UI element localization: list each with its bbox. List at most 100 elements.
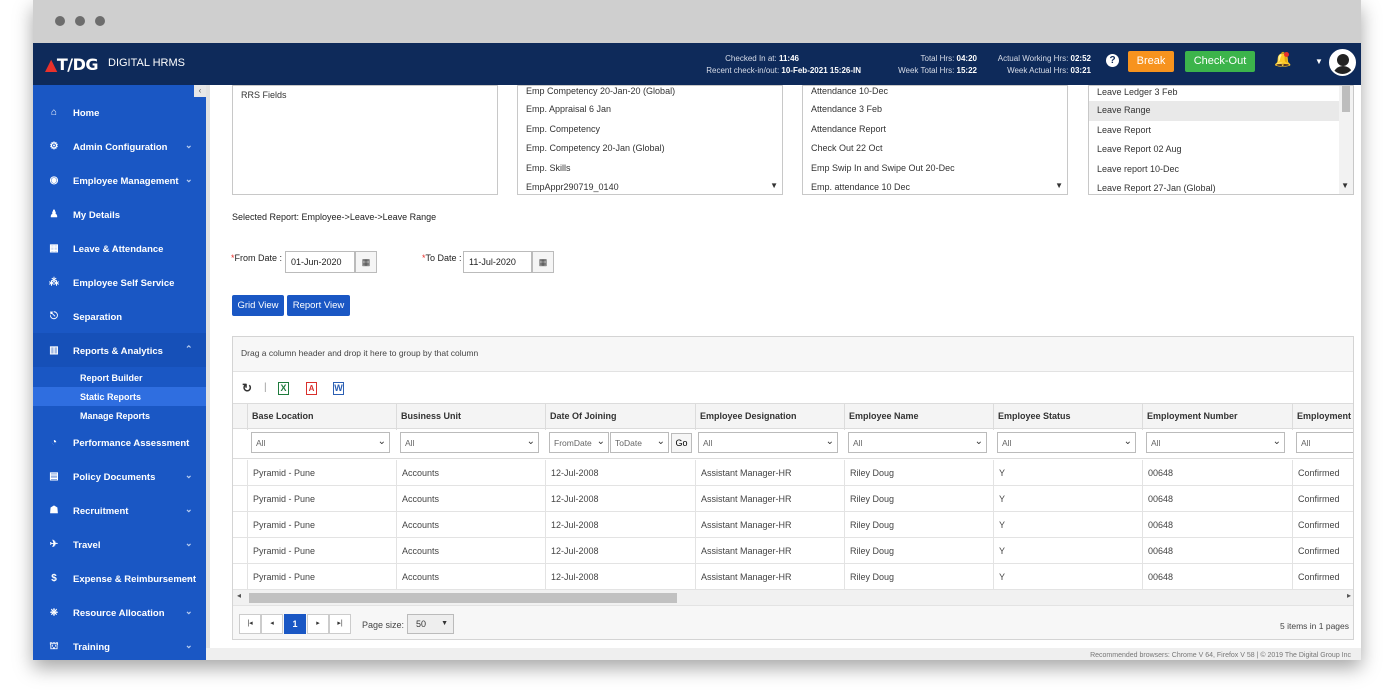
list-item[interactable]: Leave report 10-Dec — [1089, 160, 1353, 180]
window-dot[interactable] — [95, 16, 105, 26]
column-header-employee-status[interactable]: Employee Status — [993, 404, 1142, 430]
column-header-employment-status[interactable]: Employment S — [1292, 404, 1353, 430]
table-row[interactable]: Pyramid - Pune Accounts 12-Jul-2008 Assi… — [233, 564, 1353, 590]
app-window: ▲T/DG DIGITAL HRMS Checked In at: 11:46 … — [33, 0, 1361, 660]
table-row[interactable]: Pyramid - Pune Accounts 12-Jul-2008 Assi… — [233, 538, 1353, 564]
word-icon[interactable]: W — [333, 382, 344, 395]
page-size-select[interactable]: 50 ▼ — [407, 614, 454, 634]
column-header-business-unit[interactable]: Business Unit — [396, 404, 545, 430]
scroll-down-icon[interactable]: ▼ — [1055, 181, 1063, 190]
list-item[interactable]: RRS Fields — [233, 86, 497, 106]
pdf-icon[interactable]: A — [306, 382, 317, 395]
check-out-button[interactable]: Check-Out — [1185, 51, 1255, 72]
list-item[interactable]: Emp. attendance 10 Dec — [803, 178, 1067, 194]
table-row[interactable]: Pyramid - Pune Accounts 12-Jul-2008 Assi… — [233, 460, 1353, 486]
sidebar-subitem-manage-reports[interactable]: Manage Reports — [33, 406, 206, 425]
table-row[interactable]: Pyramid - Pune Accounts 12-Jul-2008 Assi… — [233, 486, 1353, 512]
sidebar-item-home[interactable]: ⌂ Home — [33, 96, 206, 130]
avatar[interactable] — [1329, 49, 1356, 76]
break-button[interactable]: Break — [1128, 51, 1174, 72]
group-by-bar[interactable]: Drag a column header and drop it here to… — [233, 337, 1353, 372]
list-item[interactable]: Emp Swip In and Swipe Out 20-Dec — [803, 159, 1067, 179]
list-item[interactable]: Emp. Appraisal 6 Jan — [518, 100, 782, 120]
sidebar-item-reports-analytics[interactable]: ▥ Reports & Analytics ⌃ — [33, 334, 206, 368]
from-date-input[interactable]: 01-Jun-2020 — [285, 251, 355, 273]
filter-employee-designation[interactable]: All ⌄ — [698, 432, 838, 453]
list-item[interactable]: Leave Ledger 3 Feb — [1089, 86, 1353, 101]
scroll-down-icon[interactable]: ▼ — [1341, 181, 1349, 190]
sidebar-item-resource-allocation[interactable]: ⎈ Resource Allocation ⌄ — [33, 596, 206, 630]
prev-page-button[interactable]: ◂ — [261, 614, 283, 634]
list-item[interactable]: Leave Report — [1089, 121, 1353, 141]
sidebar-subitem-report-builder[interactable]: Report Builder — [33, 368, 206, 387]
column-header-date-of-joining[interactable]: Date Of Joining — [545, 404, 695, 430]
list-item[interactable]: Emp. Skills — [518, 159, 782, 179]
filter-base-location[interactable]: All ⌄ — [251, 432, 390, 453]
list-item[interactable]: Attendance 3 Feb — [803, 100, 1067, 120]
scroll-down-icon[interactable]: ▼ — [770, 181, 778, 190]
list-item[interactable]: Leave Report 02 Aug — [1089, 140, 1353, 160]
window-dot[interactable] — [55, 16, 65, 26]
scroll-right-icon[interactable]: ▸ — [1347, 591, 1351, 600]
filter-business-unit[interactable]: All ⌄ — [400, 432, 539, 453]
filter-employee-name[interactable]: All ⌄ — [848, 432, 987, 453]
list-item[interactable]: Emp. Competency — [518, 120, 782, 140]
list-item-selected[interactable]: Leave Range — [1089, 101, 1339, 121]
sidebar-item-training[interactable]: ⛫ Training ⌄ — [33, 630, 206, 660]
column-header-employee-designation[interactable]: Employee Designation — [695, 404, 844, 430]
report-view-button[interactable]: Report View — [287, 295, 350, 316]
sidebar-item-policy-documents[interactable]: ▤ Policy Documents ⌄ — [33, 460, 206, 494]
chevron-down-icon[interactable]: ▼ — [1315, 57, 1323, 66]
calendar-icon[interactable]: ▦ — [355, 251, 377, 273]
list-item[interactable]: EmpAppr290719_0140 — [518, 178, 782, 194]
table-row[interactable]: Pyramid - Pune Accounts 12-Jul-2008 Assi… — [233, 512, 1353, 538]
sidebar-item-performance-assessment[interactable]: ◔ Performance Assessment — [33, 426, 206, 460]
filter-employment-number[interactable]: All ⌄ — [1146, 432, 1285, 453]
window-dot[interactable] — [75, 16, 85, 26]
refresh-icon[interactable]: ↻ — [242, 382, 252, 394]
sidebar-item-employee-management[interactable]: ◉ Employee Management ⌄ — [33, 164, 206, 198]
sidebar-item-recruitment[interactable]: ☗ Recruitment ⌄ — [33, 494, 206, 528]
column-header-base-location[interactable]: Base Location — [247, 404, 396, 430]
filter-employment-status[interactable]: All — [1296, 432, 1353, 453]
horizontal-scroll-thumb[interactable] — [249, 593, 677, 603]
sidebar-item-my-details[interactable]: ♟ My Details — [33, 198, 206, 232]
report-list-4[interactable]: Leave Ledger 3 Feb Leave Range Leave Rep… — [1088, 85, 1354, 195]
sidebar-scrollbar[interactable] — [206, 85, 210, 660]
to-date-input[interactable]: 11-Jul-2020 — [463, 251, 532, 273]
sidebar-item-leave-attendance[interactable]: ▦ Leave & Attendance — [33, 232, 206, 266]
sidebar-item-expense-reimbursement[interactable]: $ Expense & Reimbursement ⌄ — [33, 562, 206, 596]
list-item[interactable]: Attendance Report — [803, 120, 1067, 140]
excel-icon[interactable]: X — [278, 382, 289, 395]
calendar-icon[interactable]: ▦ — [532, 251, 554, 273]
first-page-button[interactable]: |◂ — [239, 614, 261, 634]
list-item[interactable]: Emp. Competency 20-Jan (Global) — [518, 139, 782, 159]
next-page-button[interactable]: ▸ — [307, 614, 329, 634]
sidebar-item-admin-configuration[interactable]: ⚙ Admin Configuration ⌄ — [33, 130, 206, 164]
help-icon[interactable]: ? — [1106, 54, 1119, 67]
column-header-employment-number[interactable]: Employment Number — [1142, 404, 1292, 430]
page-number-button[interactable]: 1 — [284, 614, 306, 634]
report-list-3[interactable]: Attendance 10-Dec Attendance 3 Feb Atten… — [802, 85, 1068, 195]
report-list-2[interactable]: Emp Competency 20-Jan-20 (Global) Emp. A… — [517, 85, 783, 195]
filter-from-date[interactable]: FromDate ⌄ — [549, 432, 609, 453]
column-header-employee-name[interactable]: Employee Name — [844, 404, 993, 430]
sidebar-item-employee-self-service[interactable]: ⁂ Employee Self Service — [33, 266, 206, 300]
list-item[interactable]: Check Out 22 Oct — [803, 139, 1067, 159]
grid-view-button[interactable]: Grid View — [232, 295, 284, 316]
list-scroll-thumb[interactable] — [1342, 86, 1350, 112]
filter-employee-status[interactable]: All ⌄ — [997, 432, 1136, 453]
sidebar-subitem-static-reports[interactable]: Static Reports — [33, 387, 206, 406]
report-list-1[interactable]: RRS Fields — [232, 85, 498, 195]
scroll-left-icon[interactable]: ◂ — [237, 591, 241, 600]
horizontal-scrollbar[interactable]: ◂ ▸ — [233, 590, 1353, 605]
sidebar-item-travel[interactable]: ✈ Travel ⌄ — [33, 528, 206, 562]
list-item[interactable]: Attendance 10-Dec — [803, 86, 1067, 100]
filter-to-date[interactable]: ToDate ⌄ — [610, 432, 669, 453]
brand-logo[interactable]: ▲T/DG — [45, 55, 98, 74]
list-item[interactable]: Leave Report 27-Jan (Global) — [1089, 179, 1353, 194]
last-page-button[interactable]: ▸| — [329, 614, 351, 634]
list-item[interactable]: Emp Competency 20-Jan-20 (Global) — [518, 86, 782, 100]
sidebar-item-separation[interactable]: ⎋ Separation — [33, 300, 206, 334]
filter-go-button[interactable]: Go — [671, 433, 692, 453]
